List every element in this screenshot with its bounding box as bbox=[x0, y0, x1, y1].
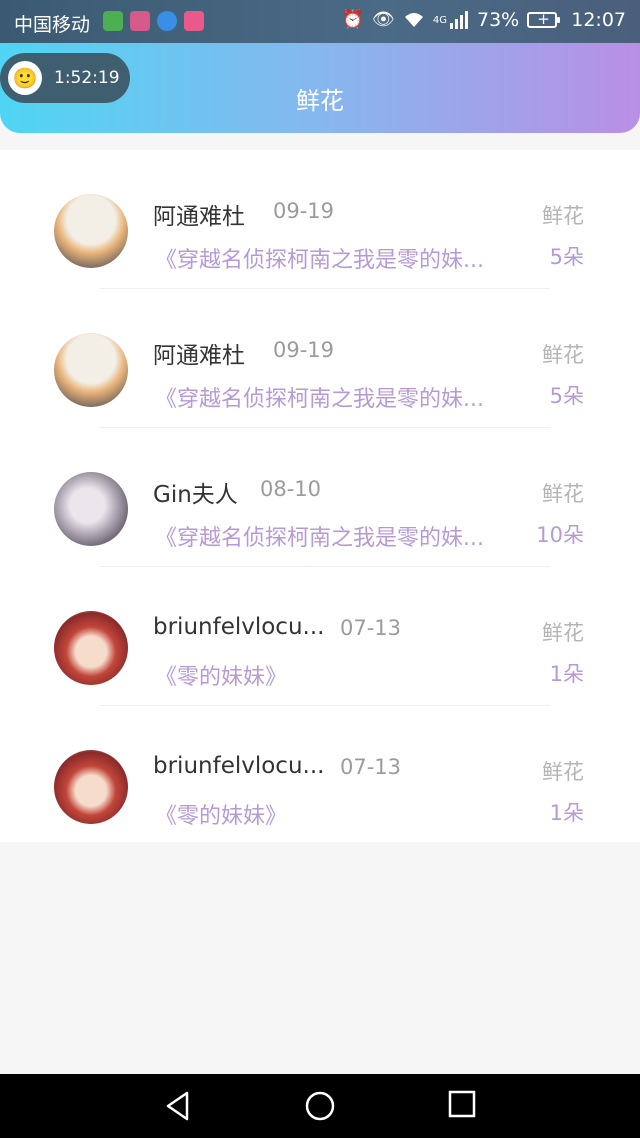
alarm-icon: ⏰ bbox=[341, 9, 365, 30]
gift-type-label: 鲜花 bbox=[542, 621, 584, 645]
list-item[interactable]: briunfelvlocu... 07-13 鲜花 《零的妹妹》 1朵 bbox=[0, 706, 640, 845]
wifi-icon bbox=[404, 13, 423, 27]
carrier-label: 中国移动 bbox=[14, 14, 91, 36]
gift-type-label: 鲜花 bbox=[542, 482, 584, 506]
user-name[interactable]: Gin夫人 bbox=[153, 475, 238, 509]
home-icon[interactable] bbox=[304, 1090, 336, 1122]
book-title-link[interactable]: 《零的妹妹》 bbox=[155, 659, 535, 691]
battery-icon: + bbox=[527, 11, 561, 28]
avatar[interactable] bbox=[54, 750, 128, 824]
system-navigation-bar bbox=[0, 1074, 640, 1138]
list-item[interactable]: 阿通难杜 09-19 鲜花 《穿越名侦探柯南之我是零的妹... 5朵 bbox=[0, 289, 640, 428]
gift-date: 08-10 bbox=[260, 477, 322, 501]
app-notification-icon bbox=[157, 11, 177, 31]
gift-date: 07-13 bbox=[340, 755, 402, 779]
user-name[interactable]: 阿通难杜 bbox=[153, 197, 245, 231]
user-name[interactable]: briunfelvlocu... bbox=[153, 614, 324, 640]
gift-count: 1朵 bbox=[549, 662, 584, 686]
back-icon[interactable] bbox=[163, 1090, 193, 1122]
book-title-link[interactable]: 《零的妹妹》 bbox=[155, 798, 535, 830]
user-name[interactable]: briunfelvlocu... bbox=[153, 753, 324, 779]
book-title-link[interactable]: 《穿越名侦探柯南之我是零的妹... bbox=[155, 381, 535, 413]
app-notification-icon bbox=[130, 11, 150, 31]
gift-count: 5朵 bbox=[549, 245, 584, 269]
avatar[interactable] bbox=[54, 333, 128, 407]
battery-percent: 73% bbox=[477, 9, 520, 31]
avatar[interactable] bbox=[54, 472, 128, 546]
network-type: 4G bbox=[432, 14, 447, 26]
gift-list: 阿通难杜 09-19 鲜花 《穿越名侦探柯南之我是零的妹... 5朵 阿通难杜 … bbox=[0, 150, 640, 842]
avatar[interactable] bbox=[54, 194, 128, 268]
app-notification-icon bbox=[103, 11, 123, 31]
gift-date: 09-19 bbox=[273, 338, 335, 362]
gift-type-label: 鲜花 bbox=[542, 204, 584, 228]
gift-count: 10朵 bbox=[536, 523, 584, 547]
list-item[interactable]: briunfelvlocu... 07-13 鲜花 《零的妹妹》 1朵 bbox=[0, 567, 640, 706]
recents-icon[interactable] bbox=[448, 1090, 476, 1118]
gift-date: 09-19 bbox=[273, 199, 335, 223]
gift-type-label: 鲜花 bbox=[542, 760, 584, 784]
book-title-link[interactable]: 《穿越名侦探柯南之我是零的妹... bbox=[155, 520, 535, 552]
avatar[interactable] bbox=[54, 611, 128, 685]
gift-count: 5朵 bbox=[549, 384, 584, 408]
status-bar: 中国移动 ⏰ 👁 4G 73% + 12:07 bbox=[0, 0, 640, 43]
eye-icon: 👁 bbox=[372, 9, 395, 30]
page-title: 鲜花 bbox=[296, 87, 344, 115]
clock: 12:07 bbox=[571, 9, 626, 31]
page-header: 🙂 1:52:19 鲜花 bbox=[0, 43, 640, 133]
app-notification-icon bbox=[184, 11, 204, 31]
book-title-link[interactable]: 《穿越名侦探柯南之我是零的妹... bbox=[155, 242, 535, 274]
notification-icons bbox=[103, 11, 204, 31]
user-name[interactable]: 阿通难杜 bbox=[153, 336, 245, 370]
list-item[interactable]: 阿通难杜 09-19 鲜花 《穿越名侦探柯南之我是零的妹... 5朵 bbox=[0, 150, 640, 289]
signal-icon bbox=[450, 11, 468, 29]
gift-count: 1朵 bbox=[549, 801, 584, 825]
list-item[interactable]: Gin夫人 08-10 鲜花 《穿越名侦探柯南之我是零的妹... 10朵 bbox=[0, 428, 640, 567]
gift-type-label: 鲜花 bbox=[542, 343, 584, 367]
gift-date: 07-13 bbox=[340, 616, 402, 640]
